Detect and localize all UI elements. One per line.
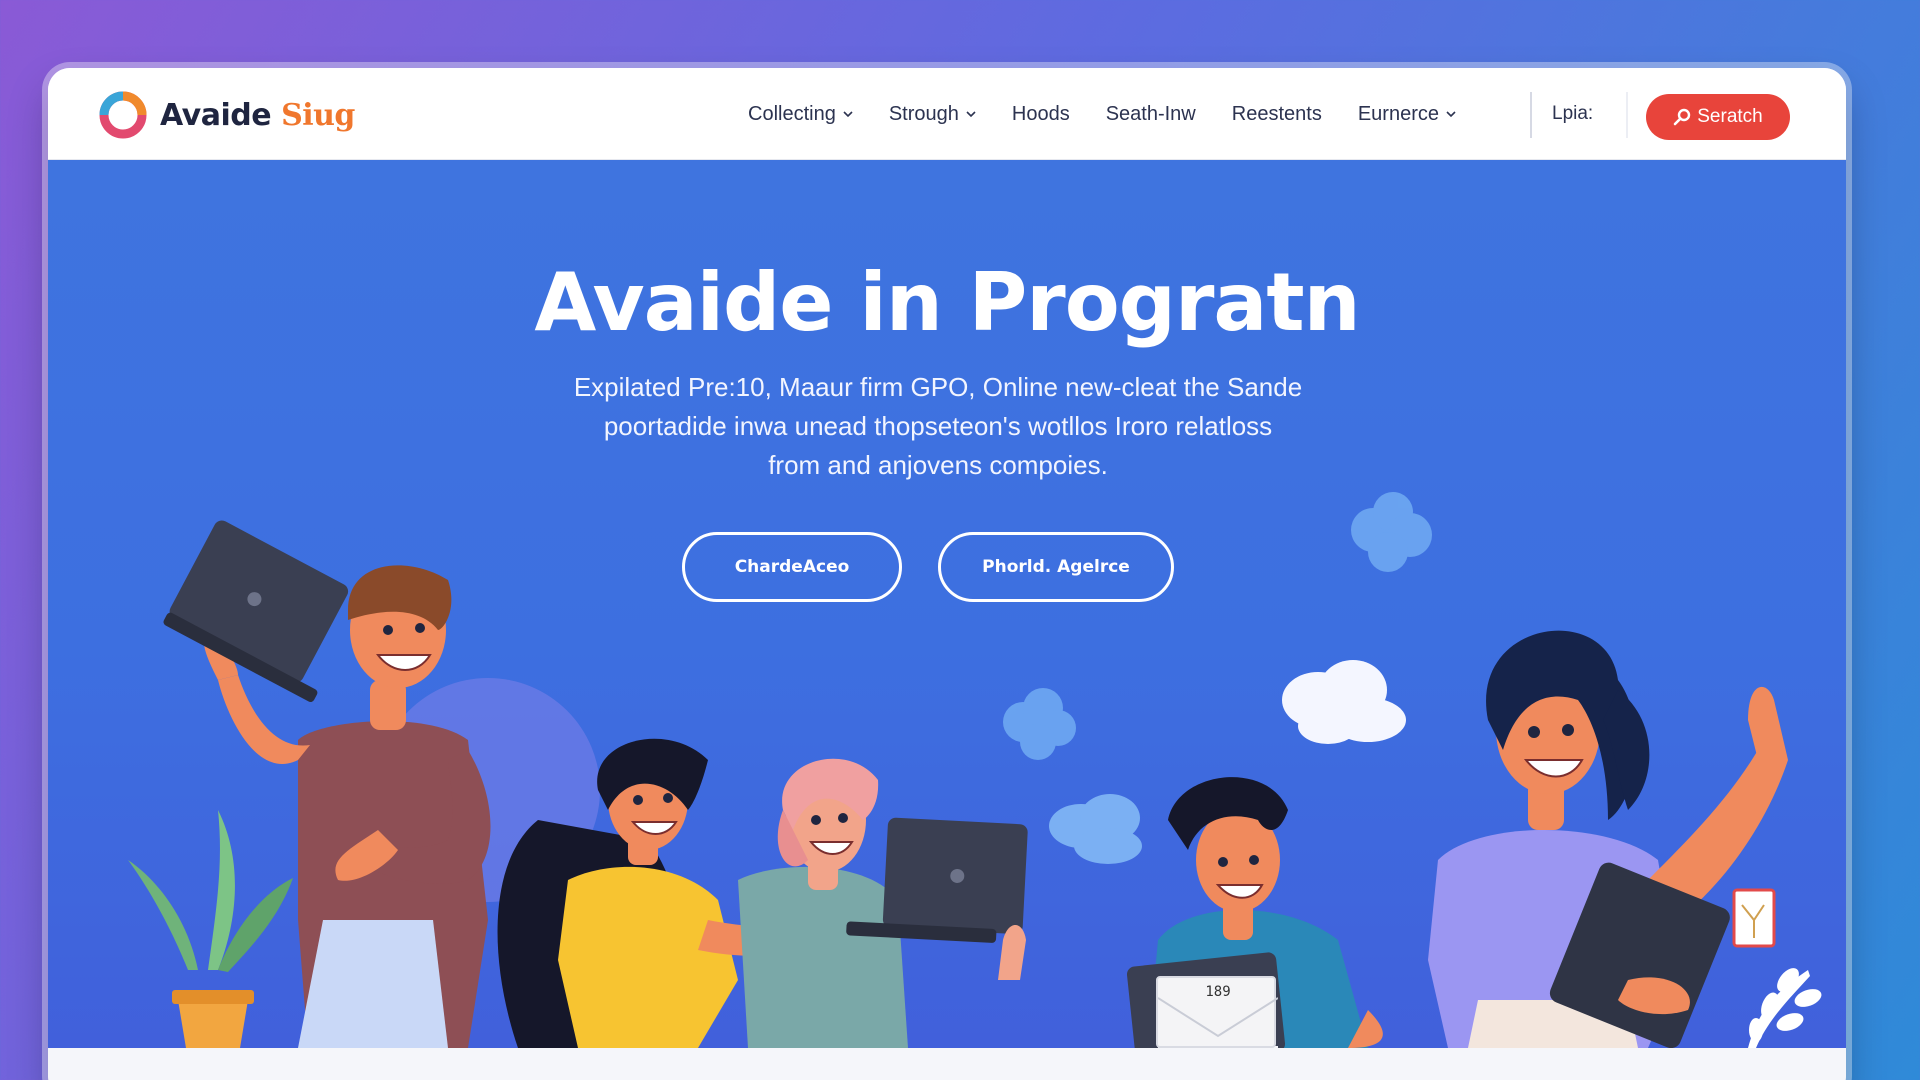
hero-section: 189 Avaide in Progratn Expilated Pre:10,… <box>48 160 1846 1048</box>
envelope-number: 189 <box>1205 984 1231 1000</box>
nav-links: Collecting Strough Hoods Seath-Inw Reest… <box>748 68 1492 160</box>
brand-name-accent: Siug <box>281 97 355 133</box>
top-navbar: Avaide Siug Collecting Strough Hoods Seat… <box>48 68 1846 160</box>
cta-label: ChardeAceo <box>734 557 850 577</box>
nav-item-label: Reestents <box>1231 102 1322 125</box>
brand-name-main: Avaide <box>160 97 272 133</box>
nav-item-strough[interactable]: Strough <box>889 103 976 126</box>
chevron-down-icon <box>1446 111 1456 118</box>
nav-divider <box>1626 92 1628 138</box>
hero-subtitle-line: from and anjovens compoies. <box>768 450 1108 480</box>
nav-item-eurnerce[interactable]: Eurnerce <box>1358 103 1456 126</box>
content-below-fold <box>48 1048 1846 1080</box>
hero-subtitle-line: Expilated Pre:10, Maaur firm GPO, Online… <box>573 372 1303 402</box>
hero-subtitle-line: poortadide inwa unead thopseteon's wotll… <box>603 411 1273 441</box>
nav-item-collecting[interactable]: Collecting <box>748 103 853 126</box>
nav-item-seath-inw[interactable]: Seath-Inw <box>1106 103 1196 126</box>
search-button-label: Seratch <box>1697 106 1763 127</box>
brand-name: Avaide Siug <box>160 98 355 133</box>
nav-divider <box>1530 92 1532 138</box>
hero-subtitle: Expilated Pre:10, Maaur firm GPO, Online… <box>538 368 1338 485</box>
chevron-down-icon <box>966 111 976 118</box>
nav-item-hoods[interactable]: Hoods <box>1012 103 1070 126</box>
nav-extra-label: Lpia: <box>1552 103 1594 124</box>
chevron-down-icon <box>843 111 853 118</box>
nav-item-label: Strough <box>888 102 959 125</box>
nav-item-reestents[interactable]: Reestents <box>1232 103 1322 126</box>
ring-logo-icon <box>99 91 147 139</box>
nav-extra-link[interactable]: Lpia: <box>1552 68 1593 160</box>
nav-item-label: Hoods <box>1011 102 1070 125</box>
hero-title: Avaide in Progratn <box>534 256 1360 349</box>
nav-item-label: Eurnerce <box>1357 102 1439 125</box>
secondary-cta-button[interactable]: Phorld. Agelrce <box>938 532 1174 602</box>
envelope-card: 189 <box>1156 976 1278 1048</box>
cta-label: Phorld. Agelrce <box>982 557 1130 577</box>
primary-cta-button[interactable]: ChardeAceo <box>682 532 902 602</box>
nav-item-label: Seath-Inw <box>1105 102 1196 125</box>
search-button[interactable]: Seratch <box>1646 94 1790 140</box>
nav-item-label: Collecting <box>748 102 836 125</box>
browser-window: Avaide Siug Collecting Strough Hoods Seat… <box>48 68 1846 1080</box>
brand-logo-link[interactable]: Avaide Siug <box>98 90 355 140</box>
search-icon <box>1673 108 1691 126</box>
